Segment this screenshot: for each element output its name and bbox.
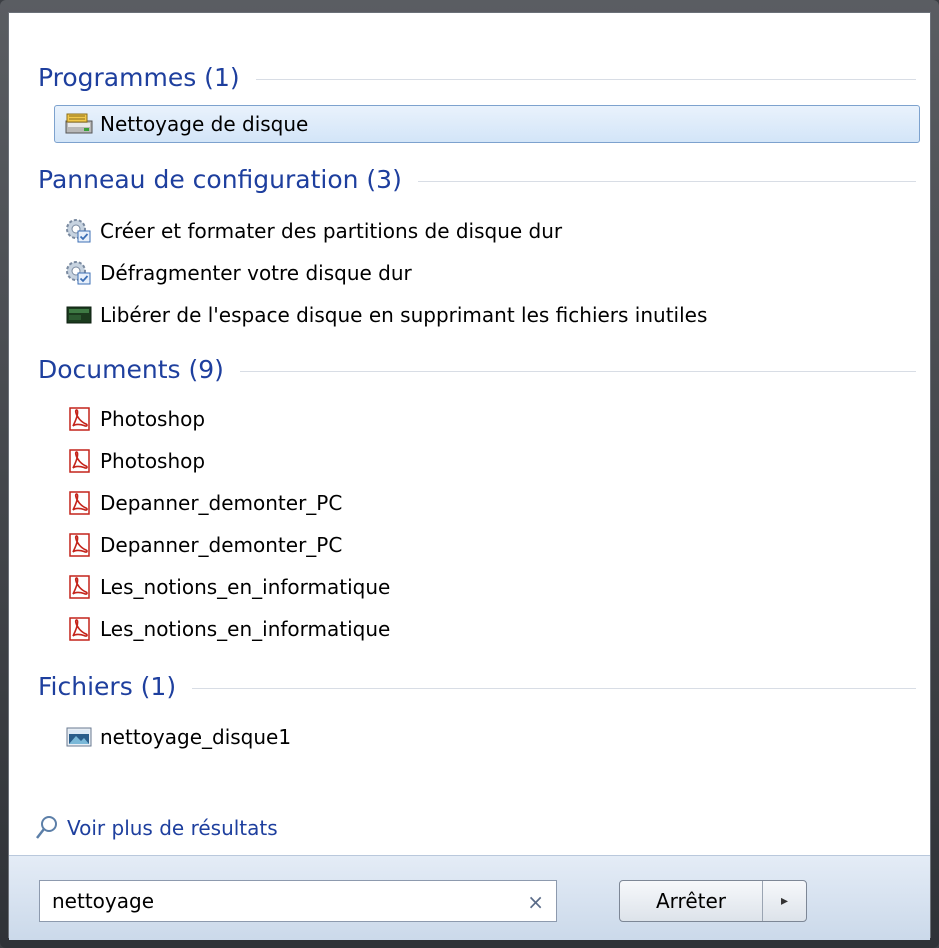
result-item-label: Libérer de l'espace disque en supprimant… (100, 303, 708, 327)
clear-search-button[interactable]: × (527, 890, 544, 914)
group-divider (192, 687, 916, 689)
result-item-nettoyage-disque1[interactable]: nettoyage_disque1 (54, 718, 920, 756)
result-item-label: Depanner_demonter_PC (100, 491, 343, 515)
stop-button-label[interactable]: Arrêter (620, 881, 763, 921)
result-item-document[interactable]: Les_notions_en_informatique (54, 610, 920, 648)
result-item-label: Les_notions_en_informatique (100, 575, 391, 599)
group-divider (417, 180, 916, 182)
group-header-fichiers[interactable]: Fichiers (1) (38, 668, 916, 704)
result-item-liberer-espace[interactable]: Libérer de l'espace disque en supprimant… (54, 296, 920, 334)
disk-space-icon (66, 306, 92, 324)
pdf-icon (69, 617, 90, 641)
result-item-label: Défragmenter votre disque dur (100, 261, 412, 285)
result-item-label: nettoyage_disque1 (100, 725, 292, 749)
group-title: Documents (9) (38, 354, 224, 384)
group-divider (239, 370, 916, 372)
pdf-icon (69, 575, 90, 599)
group-divider (255, 78, 916, 80)
magnifier-icon (36, 816, 57, 839)
search-input[interactable] (50, 888, 504, 914)
pdf-icon (69, 533, 90, 557)
image-file-icon (66, 727, 92, 747)
result-item-label: Photoshop (100, 449, 206, 473)
results-list: Programmes (1) Nettoyage de disque Panne… (9, 13, 930, 849)
search-bar: × Arrêter ▸ (9, 855, 930, 940)
group-header-panneau-de-configuration[interactable]: Panneau de configuration (3) (38, 161, 916, 197)
result-item-document[interactable]: Depanner_demonter_PC (54, 484, 920, 522)
result-item-label: Nettoyage de disque (100, 112, 309, 136)
pdf-icon (69, 449, 90, 473)
group-title: Panneau de configuration (3) (38, 164, 402, 194)
stop-button[interactable]: Arrêter ▸ (619, 880, 807, 922)
result-item-creer-formater-partitions[interactable]: Créer et formater des partitions de disq… (54, 212, 920, 250)
result-item-document[interactable]: Photoshop (54, 400, 920, 438)
start-menu-frame: Programmes (1) Nettoyage de disque Panne… (0, 0, 939, 948)
group-title: Programmes (1) (38, 62, 240, 92)
see-more-results-link[interactable]: Voir plus de résultats (35, 813, 278, 843)
result-item-label: Créer et formater des partitions de disq… (100, 219, 563, 243)
control-panel-gear-icon (66, 261, 91, 285)
pdf-icon (69, 491, 90, 515)
result-item-defragmenter[interactable]: Défragmenter votre disque dur (54, 254, 920, 292)
search-box: × (39, 880, 557, 922)
control-panel-gear-icon (66, 219, 91, 243)
result-item-label: Les_notions_en_informatique (100, 617, 391, 641)
result-item-nettoyage-de-disque[interactable]: Nettoyage de disque (54, 105, 920, 143)
pdf-icon (69, 407, 90, 431)
result-item-document[interactable]: Les_notions_en_informatique (54, 568, 920, 606)
group-title: Fichiers (1) (38, 671, 177, 701)
disk-cleanup-icon (65, 113, 93, 134)
result-item-label: Photoshop (100, 407, 206, 431)
group-header-programmes[interactable]: Programmes (1) (38, 59, 916, 95)
result-item-document[interactable]: Photoshop (54, 442, 920, 480)
search-results-panel: Programmes (1) Nettoyage de disque Panne… (8, 12, 931, 940)
chevron-right-icon[interactable]: ▸ (763, 881, 806, 921)
group-header-documents[interactable]: Documents (9) (38, 351, 916, 387)
see-more-results-label: Voir plus de résultats (67, 816, 278, 840)
result-item-document[interactable]: Depanner_demonter_PC (54, 526, 920, 564)
result-item-label: Depanner_demonter_PC (100, 533, 343, 557)
